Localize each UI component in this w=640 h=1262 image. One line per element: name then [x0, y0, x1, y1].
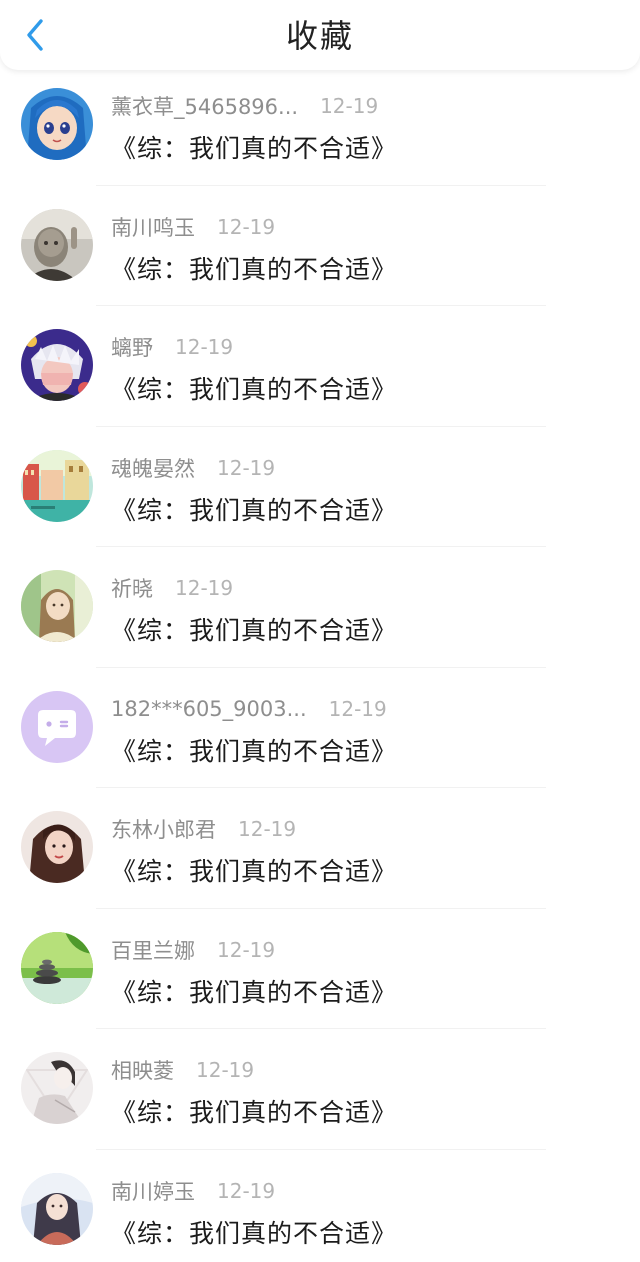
- user-avatar[interactable]: [21, 570, 93, 642]
- favorite-item[interactable]: 相映菱 12-19 《综：我们真的不合适》: [0, 1029, 640, 1150]
- username[interactable]: 魂魄晏然: [111, 453, 195, 483]
- user-avatar[interactable]: [21, 811, 93, 883]
- default-chat-bubble-avatar: [21, 690, 93, 763]
- favorites-list: 薰衣草_5465896... 12-19 《综：我们真的不合适》 南川鸣玉 12…: [0, 65, 640, 1262]
- book-title[interactable]: 《综：我们真的不合适》: [111, 732, 397, 768]
- item-meta: 薰衣草_5465896... 12-19: [111, 91, 378, 121]
- book-title[interactable]: 《综：我们真的不合适》: [111, 491, 397, 527]
- item-meta: 南川鸣玉 12-19: [111, 212, 275, 242]
- item-meta: 南川婷玉 12-19: [111, 1176, 275, 1206]
- user-avatar[interactable]: [21, 690, 93, 763]
- date: 12-19: [328, 696, 387, 721]
- favorite-item[interactable]: 百里兰娜 12-19 《综：我们真的不合适》: [0, 909, 640, 1029]
- anime-white-hair-avatar: [21, 329, 93, 401]
- user-avatar[interactable]: [21, 329, 93, 401]
- book-title[interactable]: 《综：我们真的不合适》: [111, 1093, 397, 1129]
- illustrated-girl-avatar: [21, 1172, 93, 1245]
- woman-portrait-avatar: [21, 811, 93, 883]
- date: 12-19: [175, 335, 234, 359]
- favorite-item[interactable]: 魂魄晏然 12-19 《综：我们真的不合适》: [0, 427, 640, 547]
- user-avatar[interactable]: [21, 449, 93, 522]
- favorites-page: 收藏 薰衣草_5465896... 12-19 《综：我们真的不合适》 南川鸣玉…: [0, 0, 640, 1262]
- username[interactable]: 螭野: [111, 332, 153, 362]
- book-title[interactable]: 《综：我们真的不合适》: [111, 852, 397, 888]
- date: 12-19: [217, 1178, 276, 1203]
- user-avatar[interactable]: [21, 931, 93, 1004]
- book-title[interactable]: 《综：我们真的不合适》: [111, 611, 397, 647]
- favorite-item[interactable]: 螭野 12-19 《综：我们真的不合适》: [0, 306, 640, 427]
- date: 12-19: [238, 817, 297, 841]
- favorite-item[interactable]: 东林小郎君 12-19 《综：我们真的不合适》: [0, 788, 640, 909]
- user-avatar[interactable]: [21, 1052, 93, 1124]
- user-avatar[interactable]: [21, 1172, 93, 1245]
- zen-stones-bamboo-avatar: [21, 931, 93, 1004]
- item-meta: 螭野 12-19: [111, 332, 233, 362]
- date: 12-19: [175, 576, 234, 600]
- username[interactable]: 祈晓: [111, 573, 153, 603]
- item-meta: 百里兰娜 12-19: [111, 935, 275, 965]
- anime-blue-hair-avatar: [21, 88, 93, 160]
- person-photo-avatar: [21, 208, 93, 281]
- sketch-portrait-avatar: [21, 1052, 93, 1124]
- page-title: 收藏: [285, 17, 354, 55]
- nav-header: 收藏: [0, 0, 640, 70]
- username[interactable]: 南川鸣玉: [111, 212, 195, 242]
- book-title[interactable]: 《综：我们真的不合适》: [111, 129, 397, 165]
- user-avatar[interactable]: [21, 88, 93, 160]
- girl-photo-avatar: [21, 570, 93, 642]
- canal-scenery-avatar: [21, 449, 93, 522]
- username[interactable]: 182***605_9003...: [111, 697, 307, 721]
- item-meta: 东林小郎君 12-19: [111, 814, 296, 844]
- username[interactable]: 相映菱: [111, 1055, 174, 1085]
- username[interactable]: 百里兰娜: [111, 935, 195, 965]
- username[interactable]: 薰衣草_5465896...: [111, 91, 298, 121]
- item-meta: 祈晓 12-19: [111, 573, 233, 603]
- username[interactable]: 东林小郎君: [111, 814, 216, 844]
- date: 12-19: [217, 214, 276, 239]
- favorite-item[interactable]: 182***605_9003... 12-19 《综：我们真的不合适》: [0, 668, 640, 788]
- book-title[interactable]: 《综：我们真的不合适》: [111, 1214, 397, 1250]
- book-title[interactable]: 《综：我们真的不合适》: [111, 370, 397, 406]
- item-meta: 相映菱 12-19: [111, 1055, 254, 1085]
- book-title[interactable]: 《综：我们真的不合适》: [111, 973, 397, 1009]
- item-meta: 魂魄晏然 12-19: [111, 453, 275, 483]
- date: 12-19: [217, 937, 276, 962]
- date: 12-19: [217, 455, 276, 480]
- date: 12-19: [320, 94, 379, 118]
- book-title[interactable]: 《综：我们真的不合适》: [111, 250, 397, 286]
- username[interactable]: 南川婷玉: [111, 1176, 195, 1206]
- favorite-item[interactable]: 薰衣草_5465896... 12-19 《综：我们真的不合适》: [0, 65, 640, 186]
- user-avatar[interactable]: [21, 208, 93, 281]
- favorite-item[interactable]: 祈晓 12-19 《综：我们真的不合适》: [0, 547, 640, 668]
- favorite-item[interactable]: 南川婷玉 12-19 《综：我们真的不合适》: [0, 1150, 640, 1262]
- favorite-item[interactable]: 南川鸣玉 12-19 《综：我们真的不合适》: [0, 186, 640, 306]
- item-meta: 182***605_9003... 12-19: [111, 694, 387, 724]
- date: 12-19: [196, 1058, 255, 1082]
